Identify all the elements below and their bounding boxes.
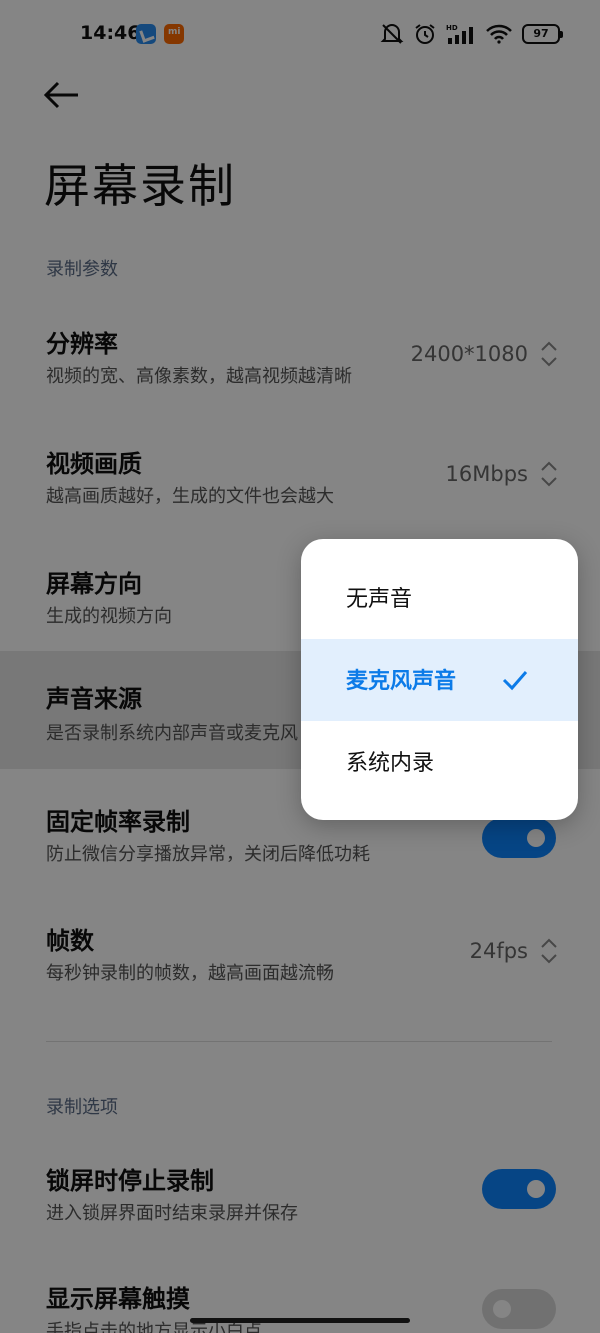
option-system-audio[interactable]: 系统内录: [301, 721, 578, 803]
home-indicator[interactable]: [190, 1318, 410, 1323]
option-label: 系统内录: [346, 751, 435, 776]
option-label: 无声音: [346, 587, 413, 612]
option-label: 麦克风声音: [346, 669, 457, 694]
audio-source-popup: 无声音 麦克风声音 系统内录: [301, 539, 578, 820]
option-no-sound[interactable]: 无声音: [301, 557, 578, 639]
checkmark-icon: [502, 671, 528, 691]
option-microphone[interactable]: 麦克风声音: [301, 639, 578, 721]
